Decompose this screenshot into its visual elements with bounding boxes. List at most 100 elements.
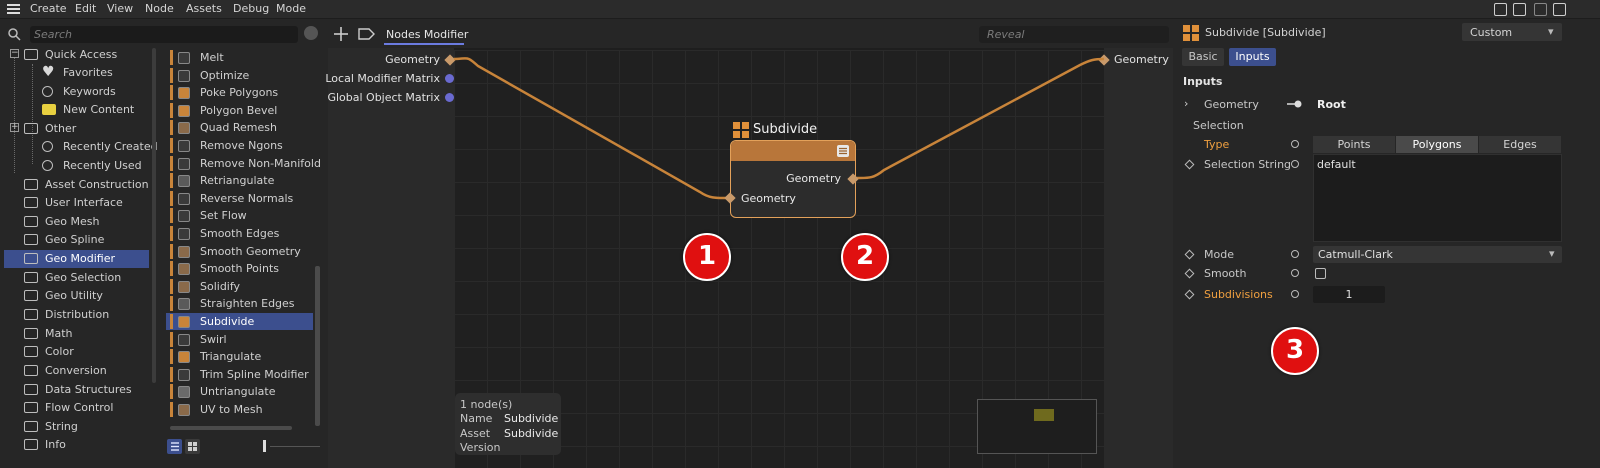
category-color-strip (170, 331, 173, 347)
geometry-row: › Geometry Root (1173, 96, 1600, 114)
category-item[interactable]: String (4, 418, 149, 436)
mode-keyframe-icon[interactable] (1291, 250, 1299, 258)
node-list-item[interactable]: Quad Remesh (166, 119, 313, 136)
category-item[interactable]: Geo Utility (4, 287, 149, 305)
collapse-icon[interactable]: − (10, 49, 19, 58)
type-keyframe-icon[interactable] (1291, 140, 1299, 148)
node-type-icon (178, 245, 190, 258)
selection-string-field[interactable]: default (1313, 154, 1562, 242)
tab-basic[interactable]: Basic (1182, 48, 1224, 66)
menu-mode[interactable]: Mode (276, 2, 306, 15)
node-list-item[interactable]: Remove Non-Manifold (166, 155, 321, 172)
category-item[interactable]: Keywords (4, 83, 149, 101)
node-list-item[interactable]: Retriangulate (166, 172, 313, 189)
category-item[interactable]: Distribution (4, 306, 149, 324)
node-list-item[interactable]: Polygon Bevel (166, 102, 313, 119)
category-item[interactable]: Math (4, 325, 149, 343)
minimap[interactable] (977, 399, 1097, 454)
node-list-item[interactable]: Optimize (166, 67, 313, 84)
node-list-item[interactable]: Triangulate (166, 348, 313, 365)
node-header[interactable] (731, 141, 855, 161)
category-item[interactable]: Other + (4, 120, 149, 138)
category-item[interactable]: New Content (4, 101, 149, 119)
category-label: Geo Modifier (45, 252, 115, 265)
menu-create[interactable]: Create (30, 2, 67, 15)
category-item[interactable]: Asset Construction (4, 176, 149, 194)
node-list-item[interactable]: Smooth Points (166, 260, 313, 277)
category-item[interactable]: Color (4, 343, 149, 361)
menu-node[interactable]: Node (145, 2, 174, 15)
node-menu-icon[interactable] (837, 145, 849, 157)
hamburger-menu-icon[interactable] (7, 4, 20, 15)
layout-left-icon[interactable] (1494, 3, 1507, 16)
expand-icon[interactable]: + (10, 123, 19, 132)
wire-node-to-output[interactable] (855, 57, 1105, 180)
category-item[interactable]: Geo Selection (4, 269, 149, 287)
mode-dropdown[interactable]: Catmull-Clark ▾ (1313, 246, 1562, 263)
node-list-item[interactable]: Swirl (166, 331, 313, 348)
subdivisions-label: Subdivisions (1204, 288, 1273, 301)
node-list-hscrollbar[interactable] (170, 426, 292, 430)
selection-string-port-icon[interactable] (1184, 159, 1195, 170)
category-item[interactable]: Geo Mesh (4, 213, 149, 231)
mode-port-icon[interactable] (1184, 249, 1195, 260)
zoom-slider-handle[interactable] (263, 440, 266, 452)
node-list-scrollbar[interactable] (315, 266, 320, 426)
node-list-item[interactable]: Smooth Geometry (166, 243, 313, 260)
menu-edit[interactable]: Edit (75, 2, 96, 15)
node-list-item[interactable]: Remove Ngons (166, 137, 313, 154)
category-scrollbar[interactable] (152, 48, 156, 383)
subdivisions-keyframe-icon[interactable] (1291, 290, 1299, 298)
node-label: Polygon Bevel (200, 103, 278, 117)
node-list-item[interactable]: Untriangulate (166, 383, 313, 400)
category-item[interactable]: ♥ Favorites (4, 64, 149, 82)
type-points-option[interactable]: Points (1313, 136, 1395, 153)
category-item[interactable]: User Interface (4, 194, 149, 212)
node-list-item[interactable]: Melt (166, 49, 313, 66)
node-list-item[interactable]: Straighten Edges (166, 295, 313, 312)
layout-right-icon[interactable] (1513, 3, 1526, 16)
menu-debug[interactable]: Debug (233, 2, 269, 15)
preset-dropdown[interactable]: Custom ▾ (1462, 23, 1562, 41)
category-color-strip (170, 85, 173, 101)
category-item[interactable]: Recently Used (4, 157, 149, 175)
menu-view[interactable]: View (107, 2, 133, 15)
category-item[interactable]: Flow Control (4, 399, 149, 417)
node-list-item[interactable]: UV to Mesh (166, 401, 313, 418)
node-list-item[interactable]: Solidify (166, 278, 313, 295)
tab-inputs[interactable]: Inputs (1229, 48, 1276, 66)
category-item[interactable]: Quick Access − (4, 46, 149, 64)
type-edges-option[interactable]: Edges (1479, 136, 1561, 153)
menu-assets[interactable]: Assets (186, 2, 222, 15)
search-input[interactable]: Search (30, 26, 298, 43)
type-polygons-option[interactable]: Polygons (1396, 136, 1478, 153)
popout-icon[interactable] (1553, 3, 1566, 16)
node-list-item[interactable]: Set Flow (166, 207, 313, 224)
category-item[interactable]: Data Structures (4, 381, 149, 399)
category-item[interactable]: Geo Spline (4, 231, 149, 249)
subdivisions-field[interactable]: 1 (1313, 286, 1385, 303)
grid-view-icon[interactable] (185, 439, 200, 454)
selection-string-keyframe-icon[interactable] (1291, 160, 1299, 168)
node-list-item[interactable]: Reverse Normals (166, 190, 313, 207)
category-item[interactable]: Conversion (4, 362, 149, 380)
search-options-button[interactable] (304, 26, 318, 40)
node-list-item[interactable]: Poke Polygons (166, 84, 313, 101)
list-view-icon[interactable] (167, 439, 182, 454)
smooth-keyframe-icon[interactable] (1291, 269, 1299, 277)
node-list-item[interactable]: Smooth Edges (166, 225, 313, 242)
category-item[interactable]: Geo Modifier (4, 250, 149, 268)
smooth-port-icon[interactable] (1184, 268, 1195, 279)
smooth-checkbox[interactable] (1315, 268, 1326, 279)
node-label: UV to Mesh (200, 403, 263, 416)
subdivide-node[interactable]: Geometry Geometry (730, 140, 856, 218)
chevron-right-icon[interactable]: › (1184, 97, 1188, 110)
category-item[interactable]: Info (4, 436, 149, 454)
category-item[interactable]: Recently Created (4, 138, 158, 156)
wire-input-to-node[interactable] (453, 57, 731, 200)
lock-icon[interactable] (1534, 3, 1547, 16)
node-list-item[interactable]: Subdivide (166, 313, 313, 330)
category-color-strip (170, 243, 173, 259)
subdivisions-port-icon[interactable] (1184, 289, 1195, 300)
node-list-item[interactable]: Trim Spline Modifier (166, 366, 313, 383)
